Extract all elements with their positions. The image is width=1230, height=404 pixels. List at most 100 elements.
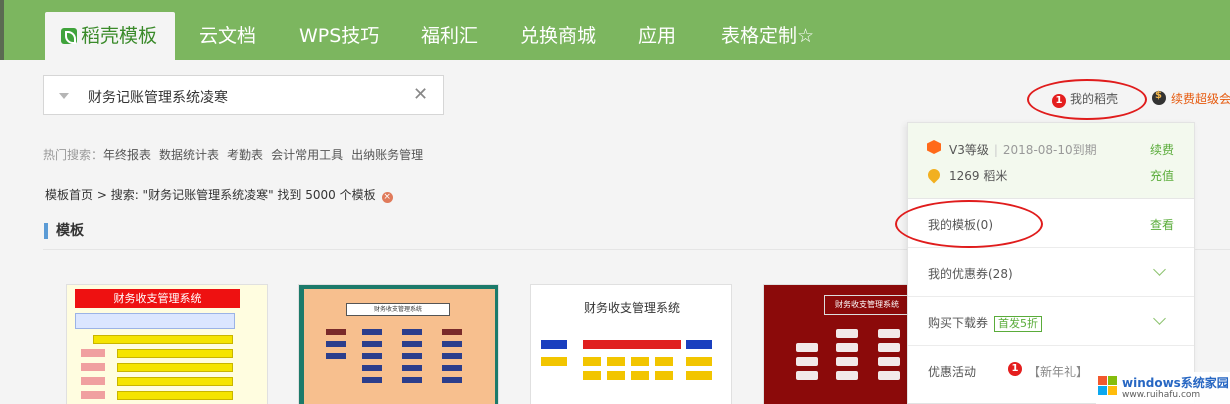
watermark-url: www.ruihafu.com: [1122, 390, 1201, 400]
thumbnail-canvas: 财务收支管理系统: [304, 289, 495, 404]
thumbnail-title: 财务收支管理系统: [824, 295, 910, 315]
tab-wps-tips[interactable]: WPS技巧: [299, 12, 379, 60]
my-coupons-row[interactable]: 我的优惠券(28): [908, 248, 1194, 297]
my-coupons-label: 我的优惠券(28): [928, 267, 1013, 281]
separator: |: [993, 143, 998, 157]
thumbnail-block: [878, 357, 900, 366]
breadcrumb-separator: >: [93, 188, 111, 202]
thumbnail-block: [442, 353, 462, 359]
thumbnail-block: [442, 329, 462, 335]
hot-search: 热门搜索：年终报表 数据统计表 考勤表 会计常用工具 出纳账务管理: [43, 146, 431, 163]
watermark-title: windows系统家园: [1122, 376, 1229, 390]
thumbnail-block: [326, 341, 346, 347]
thumbnail-block: [796, 357, 818, 366]
thumbnail-block: [607, 371, 625, 380]
thumbnail-block: [836, 343, 858, 352]
thumbnail-block: [362, 329, 382, 335]
chevron-down-icon[interactable]: [1153, 312, 1166, 325]
rice-balance: 1269 稻米: [949, 169, 1008, 183]
thumbnail-block: [402, 377, 422, 383]
notification-badge: 1: [1008, 362, 1022, 376]
hot-search-item[interactable]: 出纳账务管理: [351, 148, 423, 162]
thumbnail-block: [541, 357, 567, 366]
level-icon: [927, 140, 941, 154]
chevron-down-icon[interactable]: [1153, 263, 1166, 276]
thumbnail-block: [686, 371, 712, 380]
tab-exchange-mall[interactable]: 兑换商城: [520, 12, 596, 60]
dropdown-caret-icon[interactable]: [59, 93, 69, 99]
thumbnail-block: [583, 340, 681, 349]
thumbnail-block: [442, 341, 462, 347]
tab-label: 稻壳模板: [81, 25, 158, 47]
thumbnail-bar: [117, 377, 233, 386]
thumbnail-block: [583, 371, 601, 380]
tab-apps[interactable]: 应用: [638, 12, 676, 60]
thumbnail-block: [402, 329, 422, 335]
thumbnail-bar: [117, 349, 233, 358]
thumbnail-block: [541, 340, 567, 349]
thumbnail-block: [631, 371, 649, 380]
thumbnail-block: [686, 357, 712, 366]
thumbnail-block: [81, 391, 105, 399]
recharge-link[interactable]: 充值: [1150, 167, 1174, 184]
breadcrumb: 模板首页 > 搜索: "财务记账管理系统凌寒" 找到 5000 个模板 ×: [45, 186, 393, 203]
clear-search-icon[interactable]: ×: [381, 192, 393, 203]
breadcrumb-home[interactable]: 模板首页: [45, 188, 93, 202]
view-link[interactable]: 查看: [1150, 216, 1174, 233]
window-edge: [0, 0, 4, 60]
thumbnail-block: [326, 329, 346, 335]
thumbnail-block: [796, 343, 818, 352]
thumbnail-block: [362, 353, 382, 359]
template-thumbnail[interactable]: 财务收支管理系统: [298, 284, 499, 404]
thumbnail-block: [81, 349, 105, 357]
level-label: V3等级: [949, 143, 989, 157]
thumbnail-block: [362, 377, 382, 383]
docer-leaf-icon: [61, 28, 77, 44]
windows-logo-icon: [1098, 376, 1118, 396]
thumbnail-block: [442, 377, 462, 383]
renew-link[interactable]: 续费: [1150, 141, 1174, 158]
thumbnail-block: [655, 371, 673, 380]
renew-super-member-link[interactable]: 续费超级会: [1152, 90, 1230, 107]
thumbnail-bar: [117, 391, 233, 400]
thumbnail-block: [686, 340, 712, 349]
buy-download-coupons-label: 购买下载券 首发5折: [928, 314, 1043, 332]
level-info: V3等级 | 2018-08-10到期: [949, 141, 1097, 158]
close-icon[interactable]: ✕: [413, 84, 428, 105]
thumbnail-block: [878, 371, 900, 380]
thumbnail-block: [442, 365, 462, 371]
first-release-discount-badge: 首发5折: [994, 316, 1043, 332]
thumbnail-bar: [117, 363, 233, 372]
hot-search-item[interactable]: 会计常用工具: [271, 148, 343, 162]
breadcrumb-search-result: 搜索: "财务记账管理系统凌寒" 找到 5000 个模板: [110, 188, 376, 202]
hot-search-label: 热门搜索：: [43, 148, 104, 162]
thumbnail-block: [878, 343, 900, 352]
thumbnail-block: [836, 329, 858, 338]
template-thumbnail[interactable]: 财务收支管理系统: [530, 284, 732, 404]
buy-download-coupons-row[interactable]: 购买下载券 首发5折: [908, 297, 1194, 346]
template-thumbnail[interactable]: 财务收支管理系统: [66, 284, 268, 404]
watermark: windows系统家园 www.ruihafu.com: [1096, 372, 1230, 404]
thumbnail-block: [402, 353, 422, 359]
thumbnail-block: [81, 377, 105, 385]
template-thumbnail[interactable]: 财务收支管理系统: [763, 284, 913, 404]
tab-docer-templates[interactable]: 稻壳模板: [45, 12, 176, 60]
buy-downloads-text: 购买下载券: [928, 316, 989, 330]
thumbnail-bar: [93, 335, 233, 344]
promotion-text[interactable]: 【新年礼】: [1028, 363, 1088, 380]
search-query[interactable]: 财务记账管理系统凌寒: [88, 87, 228, 107]
rice-icon: [925, 166, 943, 184]
account-dropdown-panel: V3等级 | 2018-08-10到期 续费 1269 稻米 充值 我的模板(0) …: [907, 122, 1195, 404]
account-summary: V3等级 | 2018-08-10到期 续费 1269 稻米 充值: [908, 123, 1194, 199]
thumbnail-note: [75, 313, 235, 329]
section-title: 模板: [44, 223, 84, 239]
hot-search-item[interactable]: 考勤表: [227, 148, 263, 162]
tab-table-custom[interactable]: 表格定制☆: [721, 12, 814, 60]
tab-cloud-docs[interactable]: 云文档: [199, 12, 256, 60]
hot-search-item[interactable]: 数据统计表: [159, 148, 219, 162]
thumbnail-block: [81, 363, 105, 371]
thumbnail-block: [836, 371, 858, 380]
hot-search-item[interactable]: 年终报表: [103, 148, 151, 162]
tab-welfare[interactable]: 福利汇: [421, 12, 478, 60]
search-input[interactable]: 财务记账管理系统凌寒 ✕: [43, 75, 444, 115]
